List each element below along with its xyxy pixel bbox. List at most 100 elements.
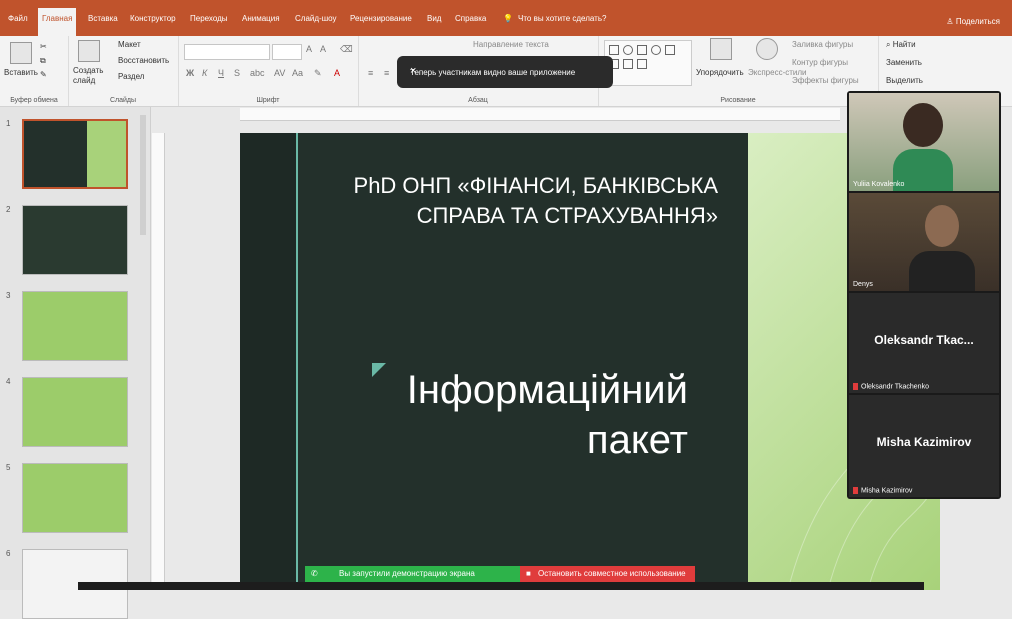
shape-fill-button[interactable]: Заливка фигуры	[792, 40, 853, 49]
stop-sharing-button[interactable]: ■ Остановить совместное использование	[520, 566, 695, 582]
copy-icon[interactable]: ⧉	[40, 56, 46, 66]
rectangle-shape-icon[interactable]	[609, 45, 619, 55]
clipboard-group-label: Буфер обмена	[10, 97, 58, 104]
participant-display-name: Misha Kazimirov	[876, 435, 972, 449]
tab-home[interactable]: Главная	[38, 8, 77, 36]
strikethrough-icon[interactable]: abc	[250, 68, 265, 78]
avatar	[903, 103, 943, 147]
paragraph-group-label: Абзац	[468, 97, 488, 104]
oval-shape-icon[interactable]	[623, 45, 633, 55]
shrink-font-icon[interactable]: A	[320, 44, 326, 54]
participant-name: Yuliia Kovalenko	[853, 181, 905, 188]
person-icon: ♙	[946, 17, 956, 26]
participant-name-muted: Oleksandr Tkachenko	[853, 382, 929, 390]
slide-subtitle[interactable]: Інформаційний пакет	[288, 365, 688, 465]
slide-thumbnail-5[interactable]	[22, 463, 128, 533]
paste-icon[interactable]	[10, 42, 32, 64]
tab-help[interactable]: Справка	[455, 14, 486, 23]
slide-number: 5	[6, 463, 11, 472]
align-center-icon[interactable]: ≡	[384, 68, 389, 78]
arrange-button[interactable]: Упорядочить	[696, 68, 744, 77]
group-clipboard: Вставить ✂ ⧉ ✎ Буфер обмена	[0, 36, 69, 106]
tab-file[interactable]: Файл	[8, 14, 28, 23]
slide-thumbnail-4[interactable]	[22, 377, 128, 447]
slide-number: 6	[6, 549, 11, 558]
find-button[interactable]: ⌕ Найти	[886, 40, 916, 50]
replace-button[interactable]: Заменить	[886, 58, 922, 67]
align-left-icon[interactable]: ≡	[368, 68, 373, 78]
slide-title[interactable]: PhD ОНП «ФІНАНСИ, БАНКІВСЬКА СПРАВА ТА С…	[278, 171, 718, 231]
horizontal-ruler	[240, 108, 840, 121]
star-shape-icon[interactable]	[637, 59, 647, 69]
tab-design[interactable]: Конструктор	[130, 14, 176, 23]
paste-button[interactable]: Вставить	[4, 68, 38, 77]
thumbnail-scrollbar[interactable]	[140, 115, 146, 235]
app-share-toast: Теперь участникам видно ваше приложение …	[397, 56, 613, 88]
sharing-status: ✆ Вы запустили демонстрацию экрана	[305, 566, 520, 582]
participant-name-muted: Misha Kazimirov	[853, 486, 912, 494]
line-shape-icon[interactable]	[623, 59, 633, 69]
arrange-icon[interactable]	[710, 38, 732, 60]
highlight-icon[interactable]: ✎	[314, 68, 322, 79]
lightbulb-icon: 💡	[503, 14, 513, 23]
slide-canvas[interactable]: PhD ОНП «ФІНАНСИ, БАНКІВСЬКА СПРАВА ТА С…	[240, 133, 940, 590]
shadow-icon[interactable]: S	[234, 68, 240, 78]
select-button[interactable]: Выделить	[886, 76, 923, 85]
slide-number: 3	[6, 291, 11, 300]
tab-insert[interactable]: Вставка	[88, 14, 118, 23]
participant-tile[interactable]: Misha Kazimirov Misha Kazimirov	[849, 395, 999, 497]
screen-share-bar: ✆ Вы запустили демонстрацию экрана ■ Ост…	[305, 566, 695, 582]
group-font: A A ⌫ Ж К Ч S abc AV Aa ✎ A Шрифт	[178, 36, 359, 106]
tab-animations[interactable]: Анимация	[242, 14, 280, 23]
slide-thumbnail-2[interactable]	[22, 205, 128, 275]
shape-outline-button[interactable]: Контур фигуры	[792, 58, 848, 67]
mic-muted-icon	[853, 486, 858, 494]
sharing-status-text: Вы запустили демонстрацию экрана	[339, 569, 475, 578]
quick-styles-icon[interactable]	[756, 38, 778, 60]
shapes-gallery[interactable]	[604, 40, 692, 86]
clear-format-icon[interactable]: ⌫	[340, 44, 353, 55]
new-slide-icon[interactable]	[78, 40, 100, 62]
section-button[interactable]: Раздел	[118, 72, 144, 81]
slide-thumbnail-1[interactable]	[22, 119, 128, 189]
font-size-combo[interactable]	[272, 44, 302, 60]
stop-icon: ■	[526, 569, 531, 578]
stop-sharing-label: Остановить совместное использование	[538, 569, 686, 578]
font-group-label: Шрифт	[256, 97, 280, 104]
subtitle-line-1: Інформаційний	[406, 368, 688, 412]
spacing-icon[interactable]: AV	[274, 68, 285, 78]
box-shape-icon[interactable]	[665, 45, 675, 55]
reset-button[interactable]: Восстановить	[118, 56, 169, 65]
grow-font-icon[interactable]: A	[306, 44, 312, 54]
layout-button[interactable]: Макет	[118, 40, 141, 49]
bold-icon[interactable]: Ж	[186, 68, 194, 78]
italic-icon[interactable]: К	[202, 68, 207, 78]
slide-number: 1	[6, 119, 11, 128]
toast-close-button[interactable]: ×	[410, 65, 603, 77]
cut-icon[interactable]: ✂	[40, 42, 47, 51]
mic-muted-icon	[853, 382, 858, 390]
tell-me-search[interactable]: Что вы хотите сделать?	[518, 14, 606, 23]
shape-effects-button[interactable]: Эффекты фигуры	[792, 76, 859, 85]
underline-icon[interactable]: Ч	[218, 68, 224, 78]
participant-video-tile[interactable]: Yuliia Kovalenko	[849, 93, 999, 191]
circle-shape-icon[interactable]	[651, 45, 661, 55]
format-painter-icon[interactable]: ✎	[40, 70, 47, 79]
participant-display-name: Oleksandr Tkac...	[874, 333, 974, 347]
search-icon: ⌕	[886, 40, 893, 49]
tab-slideshow[interactable]: Слайд-шоу	[295, 14, 336, 23]
font-color-icon[interactable]: A	[334, 68, 340, 78]
tab-view[interactable]: Вид	[427, 14, 441, 23]
group-drawing: Упорядочить Экспресс-стили Заливка фигур…	[598, 36, 879, 106]
square-shape-icon[interactable]	[637, 45, 647, 55]
font-name-combo[interactable]	[184, 44, 270, 60]
participant-tile[interactable]: Oleksandr Tkac... Oleksandr Tkachenko	[849, 293, 999, 393]
text-direction-button[interactable]: Направление текста	[473, 40, 549, 49]
participant-video-tile[interactable]: Denys	[849, 193, 999, 291]
change-case-icon[interactable]: Aa	[292, 68, 303, 78]
slide-thumbnail-3[interactable]	[22, 291, 128, 361]
tab-transitions[interactable]: Переходы	[190, 14, 228, 23]
new-slide-button[interactable]: Создать слайд	[73, 66, 107, 86]
tab-review[interactable]: Рецензирование	[350, 14, 412, 23]
share-button[interactable]: ♙ Поделиться	[946, 17, 1000, 26]
